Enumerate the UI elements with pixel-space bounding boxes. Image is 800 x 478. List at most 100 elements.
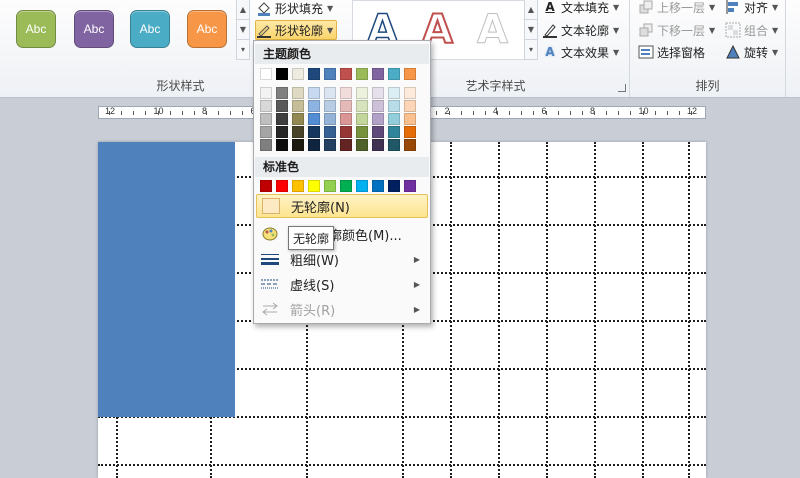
theme-shade-swatch[interactable] (308, 100, 320, 112)
theme-shade-swatch[interactable] (292, 126, 304, 138)
wordart-sample-outline-gray[interactable]: A (477, 10, 509, 51)
text-outline-button[interactable]: 文本轮廓 ▼ (542, 20, 619, 40)
dialog-launcher-icon[interactable] (618, 84, 626, 92)
theme-shade-swatch[interactable] (404, 113, 416, 125)
rotate-button[interactable]: 旋转 ▼ (725, 42, 778, 62)
theme-shade-swatch[interactable] (372, 139, 384, 151)
theme-color-swatch[interactable] (356, 68, 368, 80)
theme-shade-swatch[interactable] (308, 87, 320, 99)
theme-shade-swatch[interactable] (324, 139, 336, 151)
standard-color-swatch[interactable] (340, 180, 352, 192)
theme-shade-swatch[interactable] (308, 139, 320, 151)
arrows-menu-item[interactable]: 箭头(R) ▶ (256, 297, 428, 321)
shape-fill-button[interactable]: 形状填充 ▼ (256, 0, 333, 18)
shape-style-green-button[interactable]: Abc (16, 10, 56, 48)
shape-style-orange-button[interactable]: Abc (187, 10, 227, 48)
text-fill-button[interactable]: A 文本填充 ▼ (542, 0, 619, 17)
align-button[interactable]: 对齐 ▼ (725, 0, 778, 17)
standard-color-swatch[interactable] (308, 180, 320, 192)
text-effects-button[interactable]: A 文本效果 ▼ (542, 42, 619, 62)
theme-shade-swatch[interactable] (404, 87, 416, 99)
theme-shade-swatch[interactable] (340, 126, 352, 138)
theme-shade-swatch[interactable] (404, 100, 416, 112)
theme-shade-swatch[interactable] (388, 87, 400, 99)
theme-shade-swatch[interactable] (324, 87, 336, 99)
theme-shade-swatch[interactable] (324, 113, 336, 125)
theme-shade-swatch[interactable] (340, 113, 352, 125)
theme-shade-swatch[interactable] (276, 126, 288, 138)
theme-shade-swatch[interactable] (372, 87, 384, 99)
theme-shade-swatch[interactable] (356, 126, 368, 138)
bring-forward-button[interactable]: 上移一层 ▼ (638, 0, 715, 17)
theme-shade-swatch[interactable] (404, 126, 416, 138)
gallery-down-icon[interactable]: ▼ (237, 20, 249, 40)
theme-color-swatch[interactable] (340, 68, 352, 80)
shape-outline-button[interactable]: 形状轮廓 ▼ (255, 20, 338, 40)
theme-shade-swatch[interactable] (276, 87, 288, 99)
theme-shade-swatch[interactable] (324, 126, 336, 138)
theme-shade-swatch[interactable] (292, 100, 304, 112)
theme-shade-swatch[interactable] (308, 113, 320, 125)
theme-shade-swatch[interactable] (372, 126, 384, 138)
theme-shade-swatch[interactable] (356, 100, 368, 112)
theme-color-swatch[interactable] (260, 68, 272, 80)
theme-shade-swatch[interactable] (388, 139, 400, 151)
theme-color-swatch[interactable] (404, 68, 416, 80)
no-outline-menu-item[interactable]: 无轮廓(N) (256, 194, 428, 218)
weight-menu-item[interactable]: 粗细(W) ▶ (256, 247, 428, 271)
theme-color-swatch[interactable] (308, 68, 320, 80)
theme-shade-swatch[interactable] (260, 87, 272, 99)
dashes-menu-item[interactable]: 虚线(S) ▶ (256, 272, 428, 296)
standard-color-swatch[interactable] (260, 180, 272, 192)
theme-color-swatch[interactable] (292, 68, 304, 80)
theme-shade-swatch[interactable] (372, 100, 384, 112)
theme-shade-swatch[interactable] (340, 139, 352, 151)
theme-shade-swatch[interactable] (292, 113, 304, 125)
theme-shade-swatch[interactable] (260, 113, 272, 125)
standard-color-swatch[interactable] (276, 180, 288, 192)
selected-rectangle-shape[interactable] (98, 142, 235, 417)
theme-shade-swatch[interactable] (260, 126, 272, 138)
theme-shade-swatch[interactable] (324, 100, 336, 112)
theme-shade-swatch[interactable] (388, 113, 400, 125)
theme-shade-swatch[interactable] (388, 100, 400, 112)
theme-shade-swatch[interactable] (404, 139, 416, 151)
send-backward-button[interactable]: 下移一层 ▼ (638, 20, 715, 40)
theme-shade-swatch[interactable] (356, 139, 368, 151)
theme-shade-swatch[interactable] (260, 139, 272, 151)
theme-shade-swatch[interactable] (292, 87, 304, 99)
gallery-more-icon[interactable]: ▾ (237, 40, 249, 60)
theme-shade-swatch[interactable] (292, 139, 304, 151)
shape-style-aqua-button[interactable]: Abc (130, 10, 170, 48)
theme-shade-swatch[interactable] (356, 113, 368, 125)
gallery-up-icon[interactable]: ▲ (525, 0, 537, 20)
gallery-down-icon[interactable]: ▼ (525, 20, 537, 40)
standard-color-swatch[interactable] (404, 180, 416, 192)
theme-shade-swatch[interactable] (276, 113, 288, 125)
standard-color-swatch[interactable] (372, 180, 384, 192)
theme-shade-swatch[interactable] (356, 87, 368, 99)
theme-shade-swatch[interactable] (340, 100, 352, 112)
standard-color-swatch[interactable] (356, 180, 368, 192)
wordart-gallery-scroll[interactable]: ▲ ▼ ▾ (524, 0, 538, 60)
gallery-more-icon[interactable]: ▾ (525, 40, 537, 60)
standard-color-swatch[interactable] (292, 180, 304, 192)
theme-color-swatch[interactable] (276, 68, 288, 80)
selection-pane-button[interactable]: 选择窗格 (638, 42, 705, 62)
theme-shade-swatch[interactable] (276, 139, 288, 151)
theme-shade-swatch[interactable] (388, 126, 400, 138)
more-outline-colors-menu-item[interactable]: 其他轮廓颜色(M)... (256, 222, 428, 246)
theme-shade-swatch[interactable] (260, 100, 272, 112)
theme-color-swatch[interactable] (388, 68, 400, 80)
theme-shade-swatch[interactable] (372, 113, 384, 125)
group-button[interactable]: 组合 ▼ (725, 20, 778, 40)
shape-style-purple-button[interactable]: Abc (74, 10, 114, 48)
standard-color-swatch[interactable] (388, 180, 400, 192)
theme-shade-swatch[interactable] (276, 100, 288, 112)
gallery-up-icon[interactable]: ▲ (237, 0, 249, 20)
theme-color-swatch[interactable] (372, 68, 384, 80)
theme-shade-swatch[interactable] (308, 126, 320, 138)
theme-shade-swatch[interactable] (340, 87, 352, 99)
style-gallery-scroll[interactable]: ▲ ▼ ▾ (236, 0, 250, 60)
standard-color-swatch[interactable] (324, 180, 336, 192)
